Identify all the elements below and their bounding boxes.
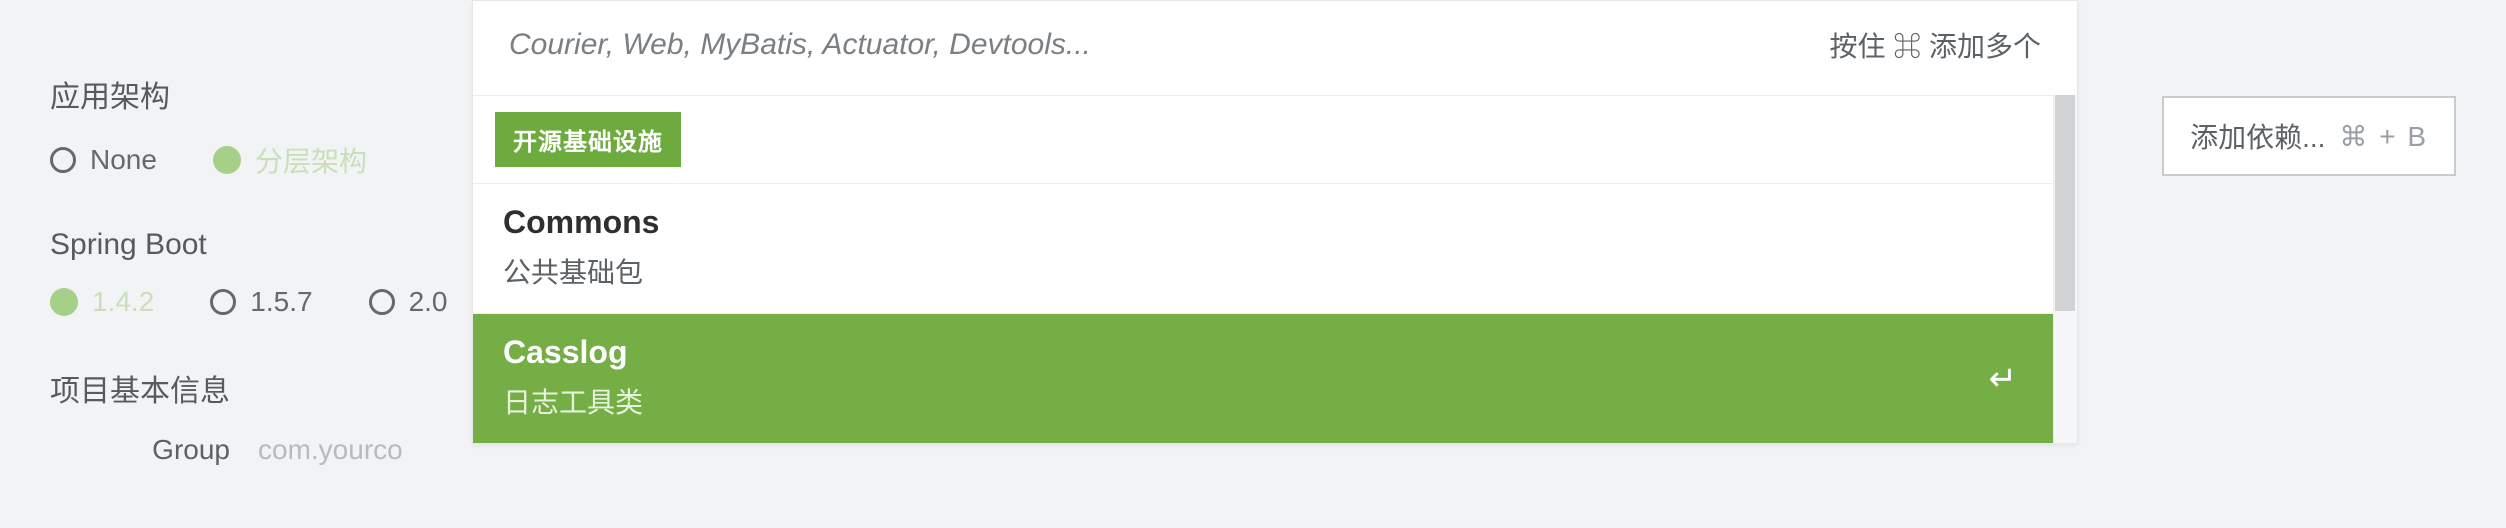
search-hint: 按住 ⌘ 添加多个	[1829, 25, 2041, 65]
group-label: Group	[50, 434, 230, 466]
radio-sb-20[interactable]: 2.0	[369, 286, 448, 318]
radio-icon-filled	[50, 288, 78, 316]
item-title: Commons	[503, 204, 2047, 241]
section-title-arch: 应用架构	[50, 72, 430, 116]
dropdown-item-commons[interactable]: Commons 公共基础包	[473, 184, 2077, 314]
radio-icon	[210, 289, 236, 315]
add-button-shortcut: ⌘ + B	[2339, 120, 2428, 153]
group-value: com.yourco	[258, 434, 403, 466]
radio-icon-filled	[213, 146, 241, 174]
add-button-label: 添加依赖...	[2190, 116, 2325, 156]
enter-icon: ↵	[1989, 359, 2018, 399]
section-title-springboot: Spring Boot	[50, 228, 430, 262]
radio-label: 1.5.7	[250, 286, 312, 318]
radio-label: 1.4.2	[92, 286, 154, 318]
section-app-arch: 应用架构 None 分层架构	[50, 72, 430, 180]
radio-label: 分层架构	[255, 140, 367, 180]
radio-sb-142[interactable]: 1.4.2	[50, 286, 154, 318]
radio-sb-157[interactable]: 1.5.7	[210, 286, 312, 318]
group-field[interactable]: Group com.yourco	[50, 434, 430, 466]
section-spring-boot: Spring Boot 1.4.2 1.5.7 2.0	[50, 228, 430, 318]
dropdown-item-casslog[interactable]: Casslog 日志工具类 ↵	[473, 314, 2077, 443]
radio-arch-none[interactable]: None	[50, 144, 157, 176]
dropdown-scroll-area: 开源基础设施 Commons 公共基础包 Casslog 日志工具类 ↵	[473, 95, 2077, 443]
radio-label: 2.0	[409, 286, 448, 318]
radio-label: None	[90, 144, 157, 176]
dropdown-group-header: 开源基础设施	[473, 95, 2077, 184]
item-desc: 日志工具类	[503, 381, 2047, 421]
dependency-dropdown: Courier, Web, MyBatis, Actuator, Devtool…	[472, 0, 2078, 444]
radio-icon	[50, 147, 76, 173]
add-dependency-button[interactable]: 添加依赖... ⌘ + B	[2162, 96, 2456, 176]
radio-arch-layered[interactable]: 分层架构	[213, 140, 367, 180]
section-project-info: 项目基本信息 Group com.yourco	[50, 366, 430, 466]
item-desc: 公共基础包	[503, 251, 2047, 291]
scrollbar-thumb[interactable]	[2055, 95, 2075, 311]
group-badge: 开源基础设施	[495, 112, 681, 167]
scrollbar[interactable]	[2053, 95, 2077, 443]
radio-icon	[369, 289, 395, 315]
search-input[interactable]: Courier, Web, MyBatis, Actuator, Devtool…	[509, 28, 1091, 62]
item-title: Casslog	[503, 334, 2047, 371]
section-title-projectinfo: 项目基本信息	[50, 366, 430, 410]
